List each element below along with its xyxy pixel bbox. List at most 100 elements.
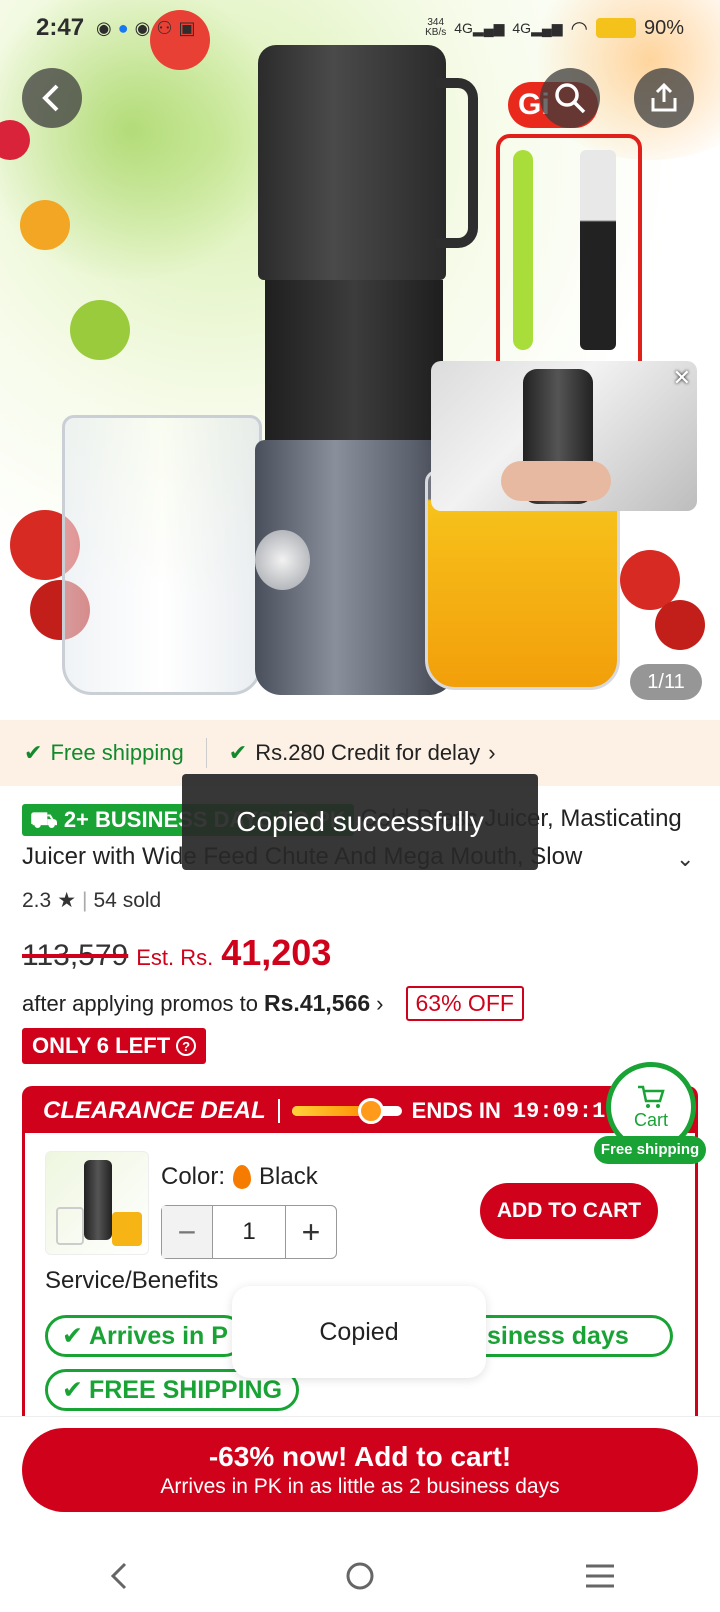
juicer-handle-image bbox=[436, 78, 478, 248]
clock-icon bbox=[357, 1098, 384, 1124]
cleaning-brush-image bbox=[513, 150, 533, 350]
status-bar: 2:47 ◉ ● ◉ ⚇ ▣ 344 KB/s 4G▂▄▆ 4G▂▄▆ ◠ 90… bbox=[0, 0, 720, 56]
free-shipping-info[interactable]: ✔ Free shipping bbox=[24, 740, 184, 766]
estimated-price-label: Est. Rs. bbox=[136, 945, 214, 970]
arrives-pill-text-end: siness days bbox=[487, 1321, 629, 1350]
fire-icon bbox=[233, 1165, 252, 1189]
delay-credit-label: Rs.280 Credit for delay bbox=[255, 740, 481, 765]
arrives-pill-end: siness days bbox=[473, 1315, 673, 1357]
juicer-tool-image bbox=[580, 150, 616, 350]
cta-main-text: -63% now! Add to cart! bbox=[208, 1441, 512, 1472]
increase-button[interactable]: + bbox=[286, 1206, 336, 1258]
menu-icon bbox=[586, 1564, 614, 1588]
color-selector[interactable]: Color: Black bbox=[161, 1163, 318, 1191]
battery-icon bbox=[595, 18, 636, 38]
wifi-icon: ◠ bbox=[570, 17, 588, 40]
sold-count: 54 sold bbox=[93, 888, 162, 912]
nav-back-button[interactable] bbox=[80, 1546, 160, 1606]
close-icon[interactable]: ✕ bbox=[673, 365, 691, 391]
free-shipping-label: Free shipping bbox=[50, 740, 184, 765]
lime-image bbox=[70, 300, 130, 360]
image-counter: 1/11 bbox=[630, 664, 702, 700]
promo-row[interactable]: after applying promos to Rs.41,566 › 63%… bbox=[22, 986, 524, 1021]
service-benefits-label: Service/Benefits bbox=[45, 1267, 219, 1294]
copied-toast: Copied bbox=[232, 1286, 486, 1378]
stock-badge-label: ONLY 6 LEFT bbox=[32, 1033, 171, 1058]
color-label: Color: bbox=[161, 1163, 226, 1190]
promo-text: after applying promos to bbox=[22, 990, 259, 1016]
cta-sub-text: Arrives in PK in as little as 2 business… bbox=[160, 1475, 560, 1498]
decrease-button[interactable]: − bbox=[162, 1206, 212, 1258]
discount-badge: 63% OFF bbox=[405, 986, 524, 1021]
product-image-gallery[interactable]: Gi ✕ 1/11 bbox=[0, 0, 720, 720]
system-nav-bar bbox=[0, 1540, 720, 1612]
fruit-image bbox=[20, 200, 70, 250]
signal-icon: 4G▂▄▆ bbox=[454, 19, 505, 36]
share-icon bbox=[651, 82, 677, 112]
promo-price: Rs.41,566 bbox=[264, 990, 371, 1016]
facebook-icon: ● bbox=[117, 17, 129, 38]
status-time: 2:47 bbox=[36, 14, 85, 41]
chevron-left-icon bbox=[42, 84, 59, 112]
checkmark-icon: ✔ bbox=[228, 740, 248, 765]
ends-in-label: ENDS IN bbox=[411, 1098, 501, 1123]
quantity-stepper[interactable]: − 1 + bbox=[161, 1205, 337, 1259]
cart-free-shipping-badge: Free shipping bbox=[594, 1136, 706, 1164]
juicer-hopper-image bbox=[258, 45, 446, 280]
add-to-cart-button[interactable]: ADD TO CART bbox=[480, 1183, 658, 1239]
chevron-right-icon: › bbox=[376, 990, 384, 1016]
juicer-body-image bbox=[265, 280, 443, 440]
clearance-title: CLEARANCE DEAL bbox=[43, 1097, 266, 1124]
rating-value: 2.3 bbox=[22, 888, 52, 912]
divider: | bbox=[82, 888, 88, 912]
video-preview[interactable]: ✕ bbox=[431, 361, 697, 511]
nav-home-button[interactable] bbox=[320, 1546, 400, 1606]
juicer-knob-image bbox=[255, 530, 310, 590]
divider bbox=[205, 738, 207, 768]
countdown-timer: 19:09:1 bbox=[512, 1098, 606, 1124]
add-to-cart-cta-button[interactable]: -63% now! Add to cart! Arrives in PK in … bbox=[22, 1428, 698, 1512]
checkmark-icon: ✔ bbox=[62, 1376, 83, 1404]
video-hand-image bbox=[501, 461, 611, 501]
thumb-juicer-image bbox=[84, 1160, 112, 1240]
arrives-pill: ✔ Arrives in P bbox=[45, 1315, 245, 1357]
color-value: Black bbox=[259, 1163, 318, 1190]
price-row: 113,579 Est. Rs. 41,203 bbox=[22, 932, 331, 974]
whatsapp-icon: ◉ bbox=[96, 17, 112, 38]
arrives-pill-text: Arrives in P bbox=[88, 1321, 228, 1350]
search-icon bbox=[555, 83, 586, 114]
stock-badge[interactable]: ONLY 6 LEFT ? bbox=[22, 1028, 207, 1064]
empty-jug-image bbox=[62, 415, 262, 695]
estimated-price: 41,203 bbox=[221, 932, 332, 973]
nav-menu-button[interactable] bbox=[560, 1546, 640, 1606]
battery-level: 90% bbox=[643, 16, 684, 39]
clearance-progress-bar bbox=[291, 1098, 402, 1124]
share-button[interactable] bbox=[634, 68, 694, 128]
rating-row[interactable]: 2.3 ★ | 54 sold bbox=[22, 888, 161, 913]
clearance-header: CLEARANCE DEAL ENDS IN 19:09:1 bbox=[25, 1089, 695, 1133]
net-speed: 344 KB/s bbox=[425, 17, 447, 38]
cart-label: Cart bbox=[633, 1109, 668, 1130]
help-icon: ? bbox=[176, 1036, 197, 1056]
thumb-juice-image bbox=[112, 1212, 142, 1246]
whatsapp-icon: ◉ bbox=[134, 17, 151, 38]
home-circle-icon bbox=[346, 1562, 374, 1590]
delay-credit-info[interactable]: ✔ Rs.280 Credit for delay › bbox=[229, 740, 496, 766]
signal-icon: 4G▂▄▆ bbox=[512, 19, 563, 36]
search-button[interactable] bbox=[540, 68, 600, 128]
truck-icon: ⛟ bbox=[30, 806, 58, 832]
divider bbox=[277, 1099, 280, 1123]
back-button[interactable] bbox=[22, 68, 82, 128]
copied-successfully-toast: Copied successfully bbox=[182, 774, 538, 870]
quantity-value[interactable]: 1 bbox=[212, 1206, 286, 1258]
checkmark-icon: ✔ bbox=[62, 1322, 83, 1350]
chevron-left-icon bbox=[110, 1562, 127, 1590]
status-right: 344 KB/s 4G▂▄▆ 4G▂▄▆ ◠ 90% bbox=[425, 16, 684, 41]
variant-thumbnail[interactable] bbox=[45, 1151, 149, 1255]
cart-icon bbox=[638, 1085, 665, 1108]
tomato-image bbox=[655, 600, 705, 650]
chevron-right-icon: › bbox=[488, 740, 496, 765]
contacts-icon: ⚇ bbox=[156, 17, 173, 38]
chevron-down-icon[interactable]: ⌄ bbox=[676, 846, 694, 872]
star-icon: ★ bbox=[57, 889, 77, 912]
